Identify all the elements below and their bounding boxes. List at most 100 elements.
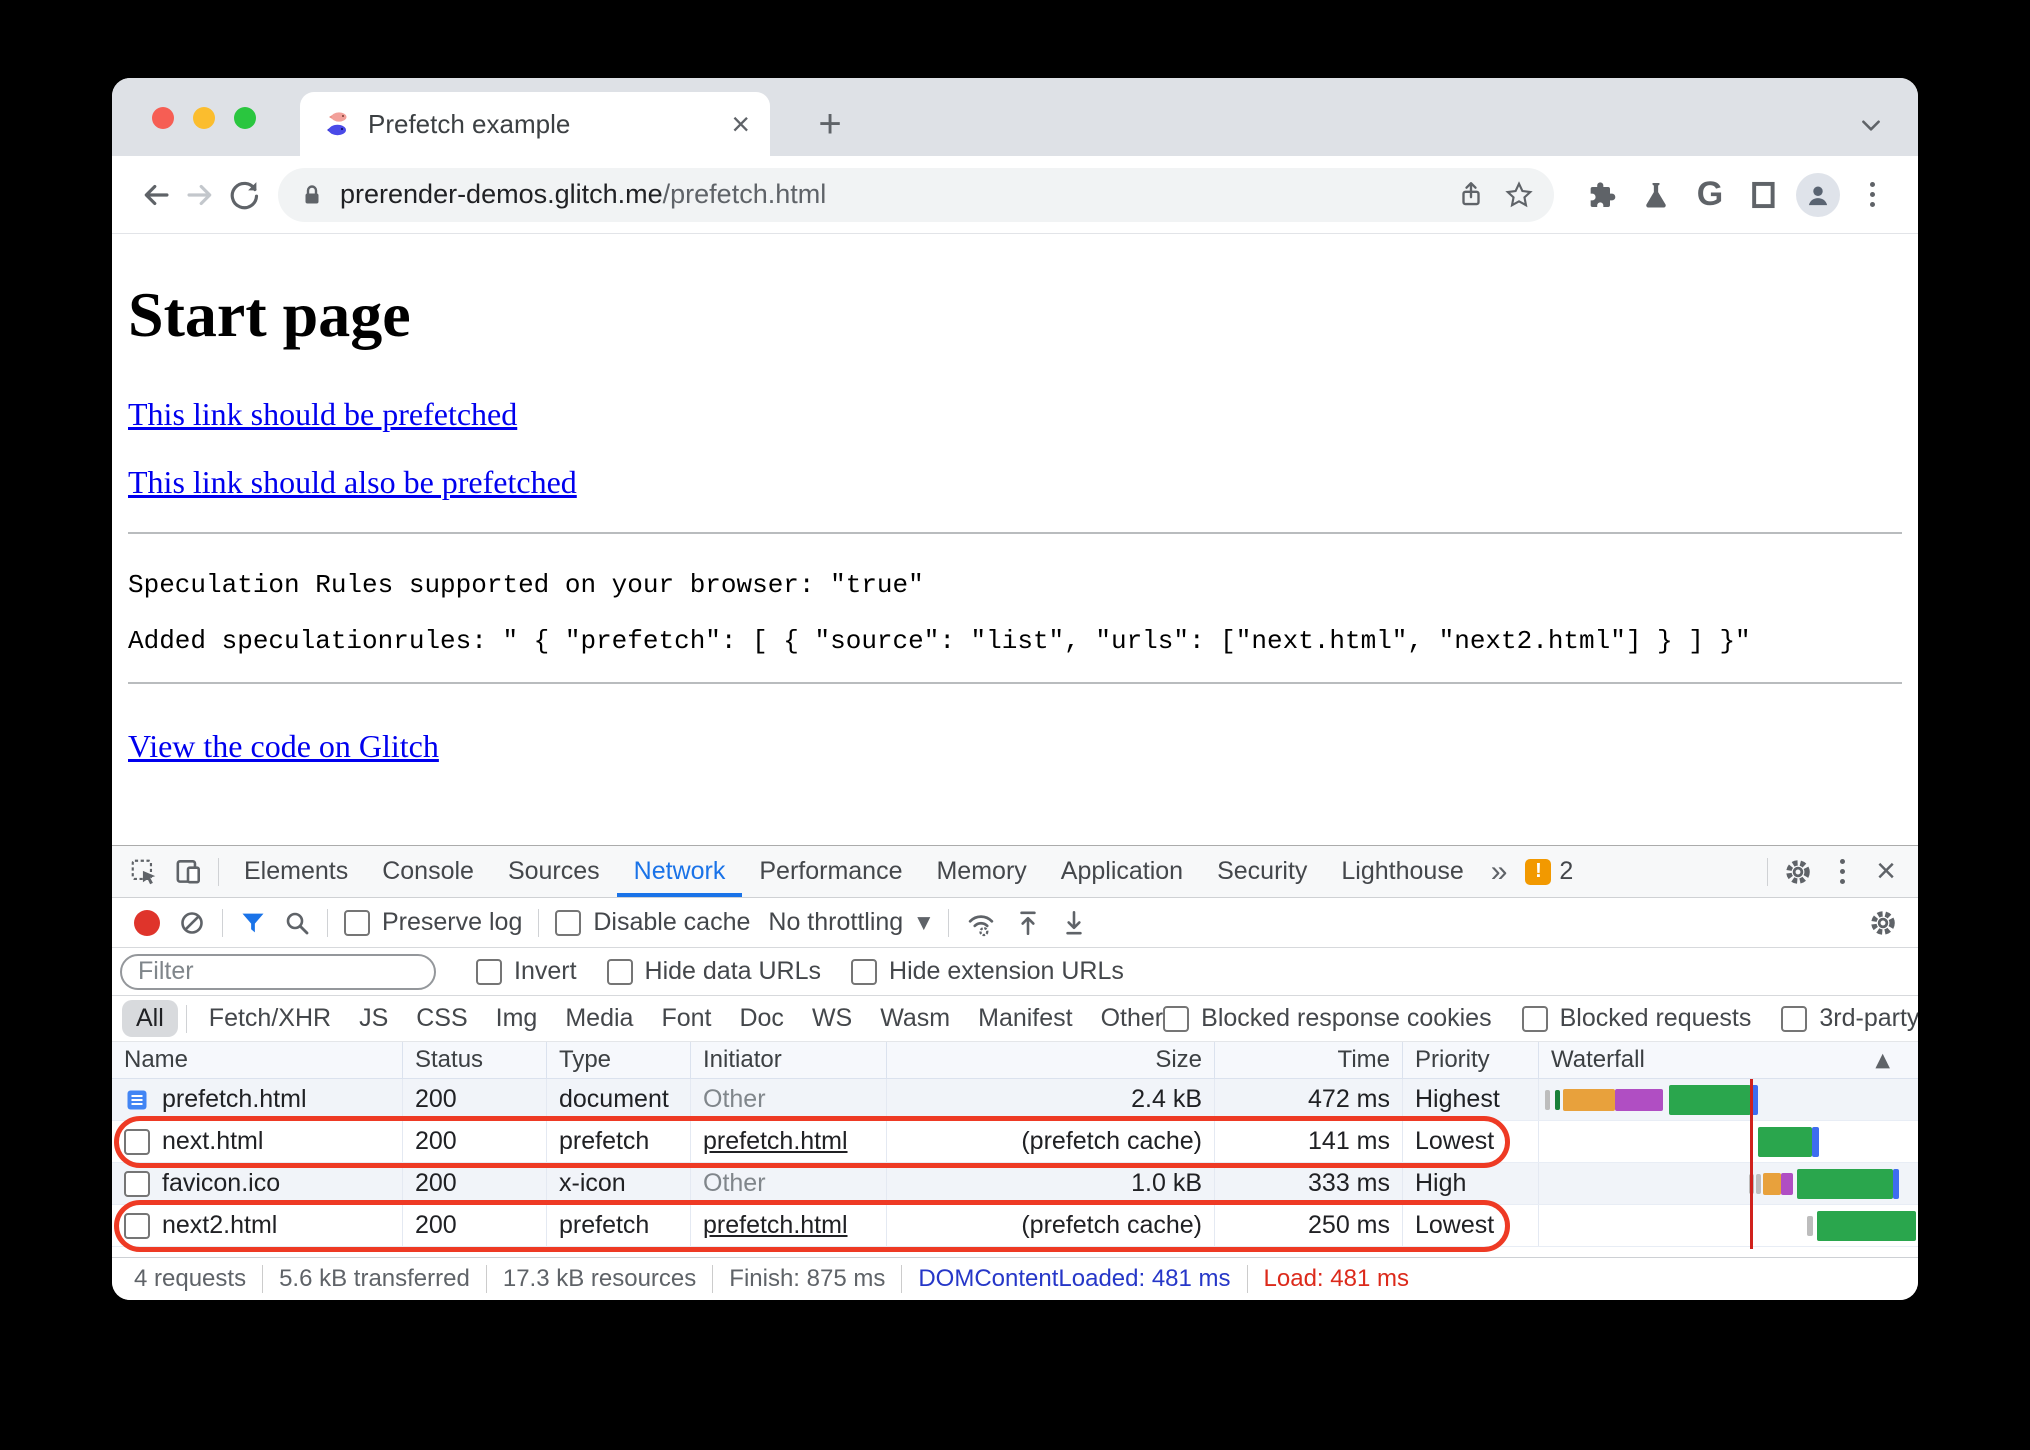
record-button[interactable]	[134, 909, 160, 936]
devtools-close-icon[interactable]: ×	[1864, 852, 1908, 892]
request-checkbox-icon[interactable]	[124, 1170, 150, 1197]
load-event-line	[1750, 1079, 1753, 1249]
column-header-name[interactable]: Name	[112, 1042, 403, 1078]
type-filter-doc[interactable]: Doc	[739, 1004, 783, 1033]
forward-button[interactable]	[178, 173, 222, 217]
close-window-button[interactable]	[152, 107, 174, 129]
address-bar[interactable]: prerender-demos.glitch.me/prefetch.html	[278, 167, 1554, 222]
table-row-next-html[interactable]: next.html 200 prefetch prefetch.html (pr…	[112, 1121, 1918, 1163]
devtools-menu-dots-icon[interactable]	[1820, 852, 1864, 892]
tab-elements[interactable]: Elements	[227, 846, 365, 897]
flask-beaker-icon[interactable]	[1632, 171, 1680, 219]
network-conditions-wifi-icon[interactable]	[965, 907, 997, 939]
import-har-icon[interactable]	[1059, 908, 1089, 938]
browser-tab[interactable]: Prefetch example ×	[300, 92, 770, 156]
type-filter-css[interactable]: CSS	[416, 1004, 467, 1033]
tab-console[interactable]: Console	[365, 846, 491, 897]
extensions-puzzle-icon[interactable]	[1578, 171, 1626, 219]
network-toolbar: Preserve log Disable cache No throttling…	[112, 898, 1918, 948]
maximize-window-button[interactable]	[234, 107, 256, 129]
tab-network[interactable]: Network	[617, 846, 743, 897]
type-filter-all[interactable]: All	[122, 1000, 178, 1037]
more-tabs-icon[interactable]: »	[1481, 855, 1518, 889]
tab-title: Prefetch example	[368, 108, 571, 139]
type-filter-img[interactable]: Img	[496, 1004, 538, 1033]
side-panel-icon[interactable]	[1740, 171, 1788, 219]
prefetch-link-2[interactable]: This link should also be prefetched	[128, 464, 577, 500]
speculation-rules-text: Added speculationrules: " { "prefetch": …	[128, 626, 1751, 656]
google-g-icon[interactable]: G	[1686, 171, 1734, 219]
devtools-tab-bar: Elements Console Sources Network Perform…	[112, 846, 1918, 898]
type-filter-wasm[interactable]: Wasm	[880, 1004, 950, 1033]
prefetch-link-1[interactable]: This link should be prefetched	[128, 396, 517, 432]
sort-ascending-icon[interactable]: ▲	[1875, 1049, 1890, 1071]
blocked-response-cookies-checkbox[interactable]: Blocked response cookies	[1163, 1004, 1492, 1033]
tab-search-chevron-icon[interactable]	[1858, 112, 1884, 138]
table-row-next2-html[interactable]: next2.html 200 prefetch prefetch.html (p…	[112, 1205, 1918, 1247]
column-header-size[interactable]: Size	[887, 1042, 1215, 1078]
third-party-requests-checkbox[interactable]: 3rd-party requests	[1781, 1004, 1918, 1033]
table-row-favicon-ico[interactable]: favicon.ico 200 x-icon Other 1.0 kB 333 …	[112, 1163, 1918, 1205]
finish-time: Finish: 875 ms	[713, 1265, 903, 1293]
initiator-link[interactable]: prefetch.html	[703, 1127, 848, 1156]
reload-button[interactable]	[222, 173, 266, 217]
hide-extension-urls-checkbox[interactable]: Hide extension URLs	[851, 957, 1124, 986]
disable-cache-checkbox[interactable]: Disable cache	[555, 908, 750, 937]
column-header-priority[interactable]: Priority	[1403, 1042, 1539, 1078]
device-toolbar-icon[interactable]	[166, 852, 210, 892]
url-text: prerender-demos.glitch.me/prefetch.html	[340, 179, 827, 209]
type-filter-fetch-xhr[interactable]: Fetch/XHR	[209, 1004, 331, 1033]
tab-security[interactable]: Security	[1200, 846, 1324, 897]
share-icon[interactable]	[1456, 180, 1486, 210]
browser-menu-dots-icon[interactable]	[1848, 171, 1896, 219]
column-header-waterfall[interactable]: Waterfall ▲	[1539, 1042, 1918, 1078]
search-icon[interactable]	[283, 909, 311, 937]
type-filter-ws[interactable]: WS	[812, 1004, 852, 1033]
horizontal-rule	[128, 682, 1902, 684]
request-checkbox-icon[interactable]	[124, 1128, 150, 1155]
requests-table: Name Status Type Initiator Size Time Pri…	[112, 1042, 1918, 1257]
tab-performance[interactable]: Performance	[742, 846, 919, 897]
tab-application[interactable]: Application	[1044, 846, 1200, 897]
minimize-window-button[interactable]	[193, 107, 215, 129]
clear-icon[interactable]	[178, 909, 206, 937]
window-controls	[152, 107, 256, 129]
export-har-icon[interactable]	[1013, 908, 1043, 938]
column-header-initiator[interactable]: Initiator	[691, 1042, 887, 1078]
devtools-settings-gear-icon[interactable]	[1776, 852, 1820, 892]
bookmark-star-icon[interactable]	[1504, 180, 1534, 210]
type-filter-font[interactable]: Font	[661, 1004, 711, 1033]
invert-checkbox[interactable]: Invert	[476, 957, 577, 986]
inspect-element-icon[interactable]	[122, 852, 166, 892]
table-row-prefetch-html[interactable]: prefetch.html 200 document Other 2.4 kB …	[112, 1079, 1918, 1121]
view-code-link[interactable]: View the code on Glitch	[128, 728, 439, 764]
back-button[interactable]	[134, 173, 178, 217]
tab-sources[interactable]: Sources	[491, 846, 617, 897]
lock-icon	[298, 181, 326, 209]
tab-close-icon[interactable]: ×	[731, 108, 750, 140]
initiator-link[interactable]: prefetch.html	[703, 1211, 848, 1240]
resources-size: 17.3 kB resources	[487, 1265, 714, 1293]
waterfall-bar	[1539, 1079, 1918, 1120]
new-tab-button[interactable]: +	[812, 104, 848, 144]
column-header-status[interactable]: Status	[403, 1042, 547, 1078]
type-filter-media[interactable]: Media	[565, 1004, 633, 1033]
blocked-requests-checkbox[interactable]: Blocked requests	[1521, 1004, 1751, 1033]
type-filter-other[interactable]: Other	[1101, 1004, 1164, 1033]
column-header-type[interactable]: Type	[547, 1042, 691, 1078]
type-filter-manifest[interactable]: Manifest	[978, 1004, 1072, 1033]
issues-badge[interactable]: ! 2	[1517, 857, 1581, 886]
filter-input[interactable]	[120, 953, 436, 990]
tab-memory[interactable]: Memory	[919, 846, 1043, 897]
tab-lighthouse[interactable]: Lighthouse	[1324, 846, 1480, 897]
column-header-time[interactable]: Time	[1215, 1042, 1403, 1078]
preserve-log-checkbox[interactable]: Preserve log	[344, 908, 522, 937]
throttling-dropdown[interactable]: No throttling ▼	[768, 908, 930, 937]
tab-strip: Prefetch example × +	[112, 78, 1918, 156]
request-checkbox-icon[interactable]	[124, 1212, 150, 1239]
filter-funnel-icon[interactable]	[239, 909, 267, 937]
network-settings-gear-icon[interactable]	[1868, 908, 1898, 938]
profile-avatar[interactable]	[1794, 171, 1842, 219]
type-filter-js[interactable]: JS	[359, 1004, 388, 1033]
hide-data-urls-checkbox[interactable]: Hide data URLs	[606, 957, 821, 986]
